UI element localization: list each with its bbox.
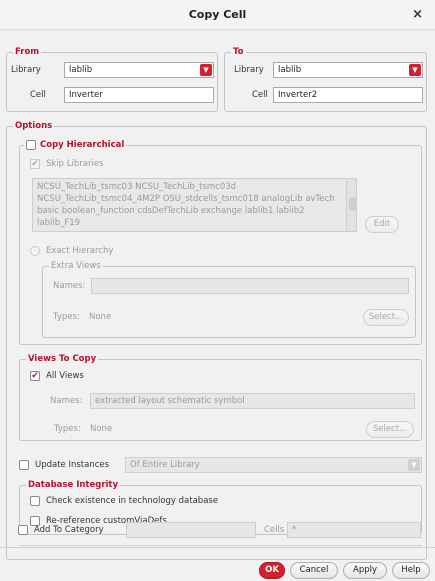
edit-button[interactable]: Edit: [365, 216, 399, 233]
database-integrity-legend: Database Integrity: [26, 479, 121, 491]
list-item[interactable]: NCSU_TechLib_tsmc03 NCSU_TechLib_tsmc03d: [37, 181, 352, 193]
all-views-label: All Views: [46, 371, 84, 381]
add-to-category-label: Add To Category: [34, 525, 104, 535]
from-cell-label: Cell: [30, 90, 46, 100]
to-library-dropdown[interactable]: lablib ▼: [273, 62, 423, 78]
copy-hierarchical-group: Copy Hierarchical ✔ Skip Libraries NCSU_…: [19, 139, 422, 345]
apply-button[interactable]: Apply: [343, 562, 387, 579]
extra-views-types-value: None: [89, 312, 112, 322]
category-input[interactable]: [126, 522, 256, 538]
all-views-checkbox[interactable]: ✔: [30, 371, 40, 381]
extra-views-select-button[interactable]: Select...: [363, 309, 409, 326]
views-select-button[interactable]: Select...: [366, 421, 414, 438]
chevron-down-icon: ▼: [409, 64, 421, 76]
cells-input[interactable]: *: [287, 522, 421, 538]
views-to-copy-group: Views To Copy ✔ All Views Names: extract…: [19, 353, 422, 441]
to-library-label: Library: [234, 65, 264, 75]
help-button[interactable]: Help: [392, 562, 430, 579]
scroll-thumb[interactable]: [349, 197, 356, 211]
update-instances-label: Update Instances: [35, 460, 110, 470]
divider: [19, 545, 422, 546]
extra-views-types-label: Types:: [53, 312, 80, 322]
views-types-value: None: [90, 424, 113, 434]
list-item[interactable]: NCSU_TechLib_tsmc04_4M2P OSU_stdcells_ts…: [37, 193, 352, 205]
from-legend: From: [13, 46, 42, 58]
to-legend: To: [231, 46, 246, 58]
options-group: Options Copy Hierarchical ✔ Skip Librari…: [6, 120, 427, 560]
list-item[interactable]: lablib_F19: [37, 217, 352, 229]
views-names-input[interactable]: extracted layout schematic symbol: [90, 393, 415, 409]
to-group: To Library lablib ▼ Cell Inverter2: [224, 46, 427, 112]
extra-views-group: Extra Views Names: Types: None Select...: [42, 260, 416, 338]
title-bar: Copy Cell ×: [0, 0, 435, 30]
libraries-list[interactable]: NCSU_TechLib_tsmc03 NCSU_TechLib_tsmc03d…: [32, 178, 357, 232]
close-icon[interactable]: ×: [412, 7, 423, 23]
extra-views-legend: Extra Views: [49, 260, 103, 272]
to-cell-input[interactable]: Inverter2: [273, 87, 423, 103]
update-instances-scope-value: Of Entire Library: [130, 460, 200, 470]
window-title: Copy Cell: [188, 8, 247, 21]
from-library-value: lablib: [69, 65, 93, 75]
views-to-copy-legend: Views To Copy: [26, 353, 99, 365]
from-library-dropdown[interactable]: lablib ▼: [64, 62, 214, 78]
add-to-category-checkbox[interactable]: [18, 525, 28, 535]
skip-libraries-label: Skip Libraries: [46, 159, 104, 169]
exact-hierarchy-radio[interactable]: [30, 246, 40, 256]
check-existence-label: Check existence in technology database: [46, 496, 219, 506]
views-types-label: Types:: [54, 424, 81, 434]
update-instances-scope-dropdown[interactable]: Of Entire Library ▼: [125, 457, 422, 473]
to-cell-label: Cell: [252, 90, 268, 100]
button-divider: [0, 547, 435, 548]
chevron-down-icon: ▼: [408, 459, 420, 471]
from-group: From Library lablib ▼ Cell Inverter: [6, 46, 218, 112]
copy-hierarchical-checkbox[interactable]: [26, 140, 36, 150]
cancel-button[interactable]: Cancel: [290, 562, 338, 579]
extra-views-names-label: Names:: [53, 281, 86, 291]
copy-hierarchical-legend[interactable]: Copy Hierarchical: [24, 139, 127, 151]
options-legend: Options: [13, 120, 55, 132]
check-existence-checkbox[interactable]: [30, 496, 40, 506]
from-cell-input[interactable]: Inverter: [64, 87, 214, 103]
ok-button[interactable]: OK: [259, 562, 285, 579]
cells-label: Cells: [264, 525, 285, 535]
update-instances-checkbox[interactable]: [19, 460, 29, 470]
chevron-down-icon: ▼: [200, 64, 212, 76]
extra-views-names-input[interactable]: [91, 278, 409, 294]
views-names-label: Names:: [50, 396, 83, 406]
from-library-label: Library: [11, 65, 41, 75]
dialog-body: From Library lablib ▼ Cell Inverter To L…: [0, 30, 435, 581]
list-item[interactable]: basic boolean_function cdsDefTechLib exc…: [37, 205, 352, 217]
libraries-scrollbar[interactable]: [346, 179, 356, 231]
to-library-value: lablib: [278, 65, 302, 75]
exact-hierarchy-label: Exact Hierarchy: [46, 246, 114, 256]
copy-hierarchical-label: Copy Hierarchical: [40, 140, 125, 150]
skip-libraries-checkbox[interactable]: ✔: [30, 159, 40, 169]
